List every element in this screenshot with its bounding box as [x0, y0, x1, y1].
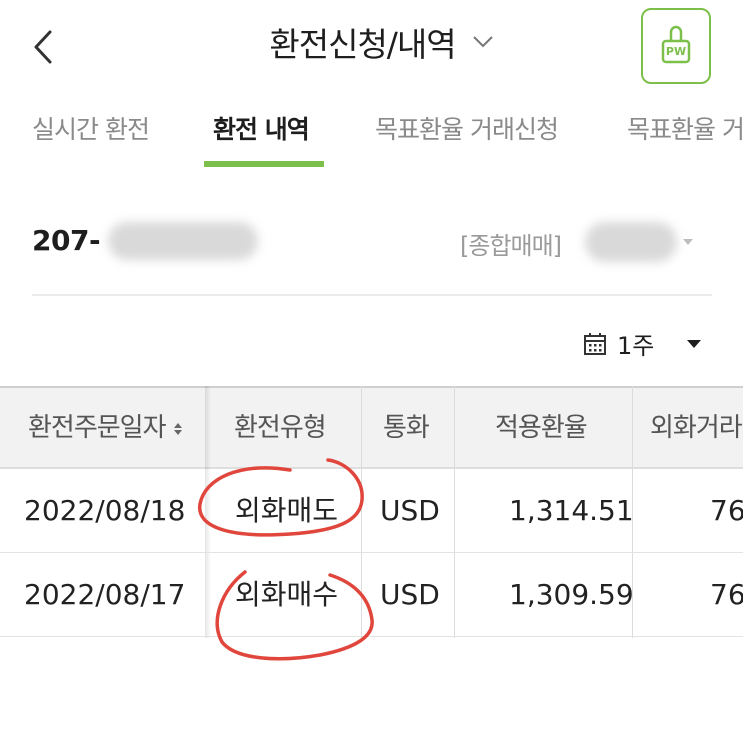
sort-arrows-icon [173, 422, 182, 435]
account-dropdown-icon[interactable] [682, 238, 694, 246]
account-number-redacted [108, 222, 258, 260]
period-selector[interactable]: 1주 [583, 326, 702, 361]
chevron-down-icon [472, 36, 493, 48]
column-header-exchange-type[interactable]: 환전유형 [234, 388, 327, 469]
divider [32, 294, 712, 296]
password-button[interactable]: PW [641, 8, 711, 84]
tab-target-rate-more[interactable]: 목표환율 거 [627, 110, 743, 146]
account-number: 207- [32, 224, 101, 257]
currency: USD [380, 578, 440, 611]
column-header-order-date[interactable]: 환전주문일자 [28, 388, 183, 469]
caret-down-icon [687, 339, 702, 348]
exchange-type: 외화매수 [235, 578, 339, 611]
column-header-currency[interactable]: 통화 [383, 388, 430, 469]
column-header-applied-rate[interactable]: 적용환율 [495, 388, 588, 469]
account-name-redacted [585, 222, 677, 262]
table-row[interactable]: 2022/08/17 외화매수 USD 1,309.59 76 [0, 553, 743, 637]
order-date: 2022/08/17 [24, 578, 186, 611]
tab-realtime-exchange[interactable]: 실시간 환전 [32, 110, 150, 146]
page-title-selector[interactable]: 환전신청/내역 [0, 18, 743, 66]
pw-label: PW [665, 45, 687, 58]
currency: USD [380, 494, 440, 527]
tab-target-rate-request[interactable]: 목표환율 거래신청 [375, 110, 559, 146]
order-date: 2022/08/18 [24, 494, 186, 527]
calendar-icon [584, 332, 606, 355]
fx-amount: 76 [710, 494, 743, 527]
table-row[interactable]: 2022/08/18 외화매도 USD 1,314.51 76 [0, 469, 743, 553]
applied-rate: 1,309.59 [509, 578, 634, 611]
column-header-fx-amount[interactable]: 외화거라 [650, 388, 743, 469]
page-title: 환전신청/내역 [269, 25, 456, 64]
fx-amount: 76 [710, 578, 743, 611]
exchange-type: 외화매도 [235, 494, 339, 527]
period-value: 1주 [617, 332, 655, 360]
tab-exchange-history[interactable]: 환전 내역 [213, 110, 310, 146]
active-tab-indicator [204, 161, 324, 167]
account-type-label: [종합매매] [460, 232, 562, 260]
applied-rate: 1,314.51 [509, 494, 634, 527]
